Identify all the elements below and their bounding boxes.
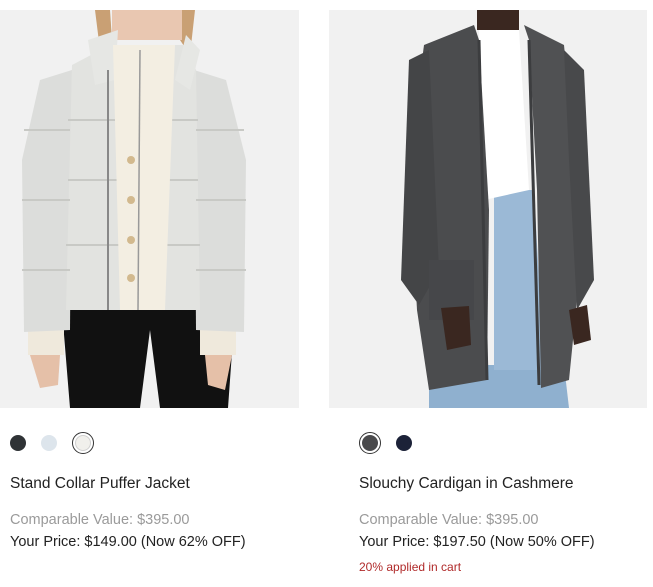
cart-promo-note: 20% applied in cart bbox=[359, 560, 462, 574]
color-swatches-puffer bbox=[10, 432, 109, 454]
puffer-jacket-photo-icon bbox=[0, 10, 299, 408]
swatch-navy[interactable] bbox=[396, 435, 412, 451]
comparable-value: Comparable Value: $395.00 bbox=[359, 512, 539, 528]
product-image-cashmere-cardigan[interactable] bbox=[329, 10, 647, 408]
product-image-puffer-jacket[interactable] bbox=[0, 10, 299, 408]
swatch-grey-selected[interactable] bbox=[359, 432, 381, 454]
swatch-ivory-selected[interactable] bbox=[72, 432, 94, 454]
swatch-charcoal[interactable] bbox=[10, 435, 26, 451]
product-card-cardigan bbox=[329, 10, 647, 408]
product-name[interactable]: Slouchy Cardigan in Cashmere bbox=[359, 475, 574, 493]
comparable-value: Comparable Value: $395.00 bbox=[10, 512, 190, 528]
product-name[interactable]: Stand Collar Puffer Jacket bbox=[10, 475, 190, 493]
your-price: Your Price: $197.50 (Now 50% OFF) bbox=[359, 534, 595, 550]
cashmere-cardigan-photo-icon bbox=[329, 10, 647, 408]
swatch-light-blue[interactable] bbox=[41, 435, 57, 451]
color-swatches-cardigan bbox=[359, 432, 427, 454]
your-price: Your Price: $149.00 (Now 62% OFF) bbox=[10, 534, 246, 550]
product-card-puffer bbox=[0, 10, 299, 408]
